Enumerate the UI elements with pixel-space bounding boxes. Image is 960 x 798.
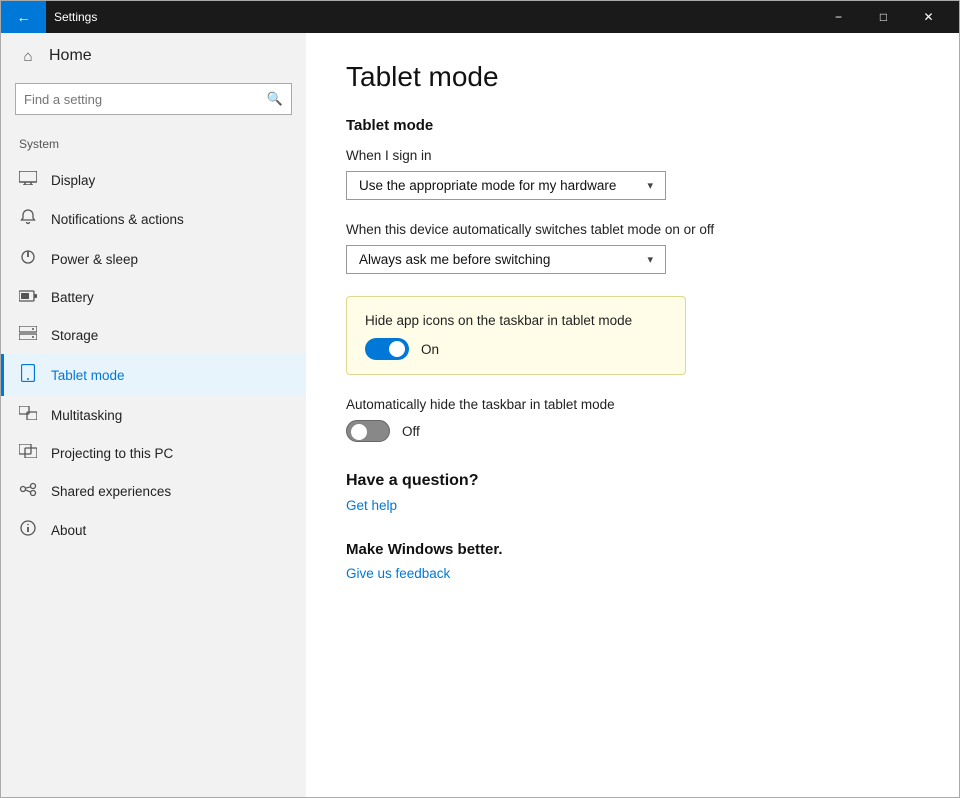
titlebar: ← Settings − □ ✕ (1, 1, 959, 33)
notifications-label: Notifications & actions (51, 212, 184, 227)
back-button[interactable]: ← (1, 1, 46, 33)
auto-switch-dropdown[interactable]: Always ask me before switching ▾ (346, 245, 666, 274)
main-content: Tablet mode Tablet mode When I sign in U… (306, 33, 959, 797)
storage-icon (19, 326, 37, 344)
minimize-button[interactable]: − (816, 1, 861, 33)
section-title: Tablet mode (346, 117, 919, 134)
shared-label: Shared experiences (51, 484, 171, 499)
sidebar: ⌂ Home 🔍 System Display Notifications & … (1, 33, 306, 797)
sign-in-dropdown[interactable]: Use the appropriate mode for my hardware… (346, 171, 666, 200)
multitasking-icon (19, 406, 37, 424)
auto-switch-dropdown-value: Always ask me before switching (359, 252, 550, 267)
highlight-toggle-box: Hide app icons on the taskbar in tablet … (346, 296, 686, 375)
sidebar-item-about[interactable]: About (1, 510, 306, 550)
maximize-button[interactable]: □ (861, 1, 906, 33)
hide-icons-toggle-state: On (421, 342, 439, 357)
sidebar-item-multitasking[interactable]: Multitasking (1, 396, 306, 434)
search-input[interactable] (24, 92, 267, 107)
sidebar-item-battery[interactable]: Battery (1, 279, 306, 316)
hide-icons-toggle-row: On (365, 338, 667, 360)
sidebar-item-home[interactable]: ⌂ Home (1, 33, 306, 79)
window-title: Settings (54, 10, 816, 24)
taskbar-toggle-thumb (351, 424, 367, 440)
auto-switch-label: When this device automatically switches … (346, 222, 919, 237)
page-title: Tablet mode (346, 61, 919, 93)
sign-in-dropdown-value: Use the appropriate mode for my hardware (359, 178, 616, 193)
back-arrow-icon: ← (17, 9, 31, 25)
get-help-link[interactable]: Get help (346, 498, 919, 513)
sidebar-item-projecting[interactable]: Projecting to this PC (1, 434, 306, 472)
display-label: Display (51, 173, 95, 188)
multitasking-label: Multitasking (51, 408, 122, 423)
battery-label: Battery (51, 290, 94, 305)
home-label: Home (49, 47, 92, 65)
display-icon (19, 171, 37, 189)
when-sign-in-label: When I sign in (346, 148, 919, 163)
tablet-label: Tablet mode (51, 368, 125, 383)
taskbar-toggle[interactable] (346, 420, 390, 442)
power-icon (19, 249, 37, 269)
sidebar-item-power[interactable]: Power & sleep (1, 239, 306, 279)
projecting-label: Projecting to this PC (51, 446, 173, 461)
about-icon (19, 520, 37, 540)
sidebar-item-display[interactable]: Display (1, 161, 306, 199)
hide-icons-label: Hide app icons on the taskbar in tablet … (365, 313, 667, 328)
hide-icons-toggle[interactable] (365, 338, 409, 360)
battery-icon (19, 289, 37, 306)
hide-icons-toggle-thumb (389, 341, 405, 357)
shared-icon (19, 482, 37, 500)
sidebar-section-label: System (1, 131, 306, 157)
window-controls: − □ ✕ (816, 1, 951, 33)
search-box[interactable]: 🔍 (15, 83, 292, 115)
home-icon: ⌂ (19, 48, 37, 65)
taskbar-toggle-row: Off (346, 420, 919, 442)
sidebar-item-shared[interactable]: Shared experiences (1, 472, 306, 510)
notifications-icon (19, 209, 37, 229)
tablet-icon (19, 364, 37, 386)
question-title: Have a question? (346, 472, 919, 490)
power-label: Power & sleep (51, 252, 138, 267)
projecting-icon (19, 444, 37, 462)
close-button[interactable]: ✕ (906, 1, 951, 33)
sign-in-dropdown-arrow-icon: ▾ (647, 179, 653, 192)
taskbar-toggle-state: Off (402, 424, 420, 439)
make-better-title: Make Windows better. (346, 541, 919, 558)
feedback-link[interactable]: Give us feedback (346, 566, 919, 581)
storage-label: Storage (51, 328, 98, 343)
window: ← Settings − □ ✕ ⌂ Home 🔍 System (0, 0, 960, 798)
search-icon: 🔍 (267, 91, 283, 107)
taskbar-toggle-label: Automatically hide the taskbar in tablet… (346, 397, 919, 412)
sidebar-item-tablet[interactable]: Tablet mode (1, 354, 306, 396)
about-label: About (51, 523, 86, 538)
content-area: ⌂ Home 🔍 System Display Notifications & … (1, 33, 959, 797)
auto-switch-dropdown-arrow-icon: ▾ (647, 253, 653, 266)
sidebar-item-notifications[interactable]: Notifications & actions (1, 199, 306, 239)
sidebar-item-storage[interactable]: Storage (1, 316, 306, 354)
